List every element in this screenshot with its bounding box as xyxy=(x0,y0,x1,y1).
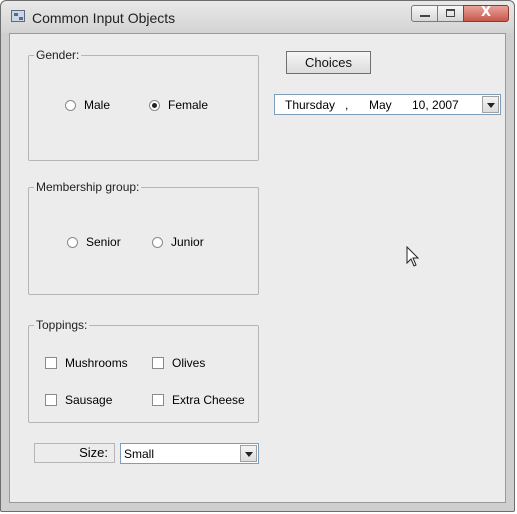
chevron-down-icon xyxy=(487,103,495,108)
date-day[interactable]: Thursday xyxy=(285,98,335,112)
minimize-icon xyxy=(420,15,430,17)
radio-male-circle[interactable] xyxy=(65,99,76,111)
mouse-cursor-icon xyxy=(406,246,420,267)
close-button[interactable]: X xyxy=(463,5,509,22)
form-client-area: Gender: Male Female Membership group: Se… xyxy=(9,33,506,503)
checkbox-olives[interactable]: Olives xyxy=(152,356,205,370)
date-month[interactable]: May xyxy=(369,98,392,112)
checkbox-olives-label: Olives xyxy=(172,356,206,370)
date-day-year[interactable]: 10, 2007 xyxy=(412,98,459,112)
title-bar[interactable]: Common Input Objects X xyxy=(1,1,514,33)
gender-groupbox: Gender: Male Female xyxy=(28,48,259,161)
checkbox-extra-cheese-box[interactable] xyxy=(152,394,164,406)
toppings-legend: Toppings: xyxy=(34,318,90,332)
radio-female-label: Female xyxy=(168,98,209,112)
checkbox-mushrooms[interactable]: Mushrooms xyxy=(45,356,128,370)
size-label: Size: xyxy=(34,443,115,463)
maximize-button[interactable] xyxy=(437,5,464,22)
date-separator: , xyxy=(345,98,349,112)
size-selected-value: Small xyxy=(124,447,155,461)
checkbox-sausage-label: Sausage xyxy=(65,393,113,407)
radio-female-circle[interactable] xyxy=(149,99,160,111)
checkbox-mushrooms-label: Mushrooms xyxy=(65,356,128,370)
radio-senior[interactable]: Senior xyxy=(67,235,121,249)
date-dropdown-button[interactable] xyxy=(482,96,499,113)
checkbox-mushrooms-box[interactable] xyxy=(45,357,57,369)
checkbox-extra-cheese[interactable]: Extra Cheese xyxy=(152,393,245,407)
minimize-button[interactable] xyxy=(411,5,438,22)
checkbox-sausage[interactable]: Sausage xyxy=(45,393,112,407)
checkbox-extra-cheese-label: Extra Cheese xyxy=(172,393,245,407)
radio-junior-circle[interactable] xyxy=(152,236,163,248)
radio-senior-label: Senior xyxy=(86,235,121,249)
choices-button[interactable]: Choices xyxy=(286,51,371,74)
app-window: Common Input Objects X Gender: Male Fema… xyxy=(0,0,515,512)
membership-legend: Membership group: xyxy=(34,180,142,194)
date-picker[interactable]: Thursday , May 10, 2007 xyxy=(274,94,501,115)
close-icon: X xyxy=(480,5,492,20)
checkbox-olives-box[interactable] xyxy=(152,357,164,369)
size-dropdown-button[interactable] xyxy=(240,445,257,462)
membership-groupbox: Membership group: Senior Junior xyxy=(28,180,259,295)
app-icon xyxy=(11,10,25,22)
checkbox-sausage-box[interactable] xyxy=(45,394,57,406)
radio-junior[interactable]: Junior xyxy=(152,235,204,249)
gender-legend: Gender: xyxy=(34,48,82,62)
radio-senior-circle[interactable] xyxy=(67,236,78,248)
window-title: Common Input Objects xyxy=(32,10,176,26)
maximize-icon xyxy=(446,9,455,17)
radio-male[interactable]: Male xyxy=(65,98,110,112)
size-dropdown[interactable]: Small xyxy=(120,443,259,464)
radio-female[interactable]: Female xyxy=(149,98,208,112)
toppings-groupbox: Toppings: Mushrooms Olives Sausage Extra… xyxy=(28,318,259,423)
radio-junior-label: Junior xyxy=(171,235,204,249)
radio-male-label: Male xyxy=(84,98,111,112)
chevron-down-icon xyxy=(245,452,253,457)
